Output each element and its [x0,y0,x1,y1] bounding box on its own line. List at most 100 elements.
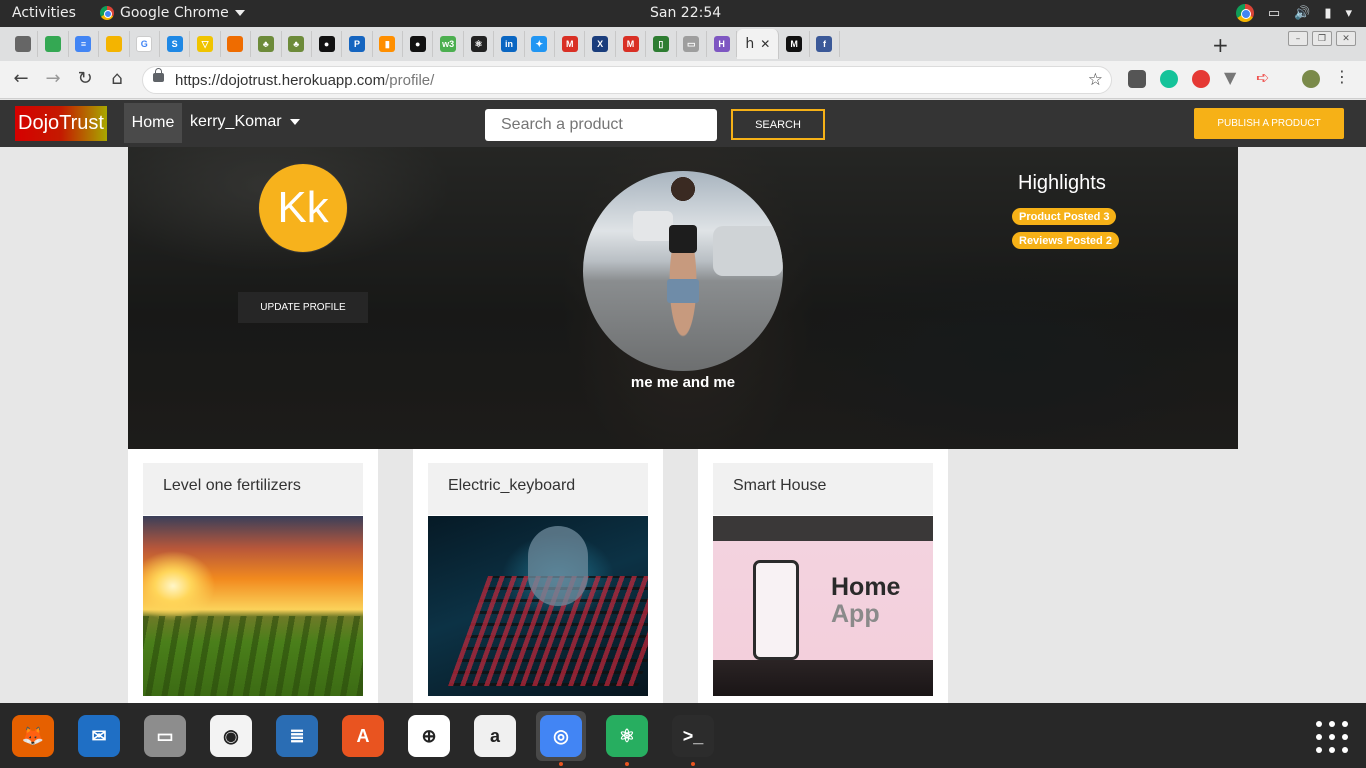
battery-icon[interactable]: ▮ [1324,6,1331,21]
reload-icon[interactable]: ↻ [74,68,96,89]
book-icon [14,36,31,52]
product-title[interactable]: Electric_keyboard [428,463,648,515]
browser-tab[interactable]: H [707,31,738,57]
dock-firefox[interactable]: 🦊 [8,711,58,761]
browser-tab[interactable]: M [616,31,647,57]
grammarly-icon[interactable] [1160,70,1178,88]
dock-thunderbird[interactable]: ✉ [74,711,124,761]
dock-atom[interactable]: ⚛ [602,711,652,766]
browser-tab[interactable]: ▽ [190,31,221,57]
google-slides-icon [105,36,122,52]
browser-tab[interactable]: ♣ [282,31,312,57]
show-applications-icon[interactable] [1316,721,1348,753]
forward-arrow-icon[interactable]: → [42,68,64,89]
product-image-field[interactable] [143,516,363,696]
url-path: /profile/ [385,72,435,89]
user-dropdown[interactable]: kerry_Komar [190,113,300,131]
brand-logo[interactable]: DojoTrust [15,106,107,141]
browser-tab[interactable]: w3 [433,31,464,57]
browser-tab[interactable]: S [160,31,191,57]
window-icon[interactable]: ▭ [1268,6,1280,21]
back-arrow-icon[interactable]: ← [10,68,32,89]
clock[interactable]: San 22:54 [650,5,721,21]
chrome-menu-icon[interactable]: ⋮ [1334,67,1350,86]
photo-person-top [669,225,697,253]
browser-tab[interactable]: ● [312,31,343,57]
product-title[interactable]: Smart House [713,463,933,515]
dock-chrome[interactable]: ◎ [536,711,586,766]
power-menu-icon[interactable]: ▾ [1345,6,1352,21]
chrome-tray-icon[interactable] [1235,4,1254,22]
active-tab[interactable]: h ✕ [737,29,780,59]
share-extension-icon[interactable]: ➪ [1256,68,1274,87]
profile-photo [583,171,783,371]
browser-tab[interactable]: M [555,31,586,57]
browser-tab[interactable]: ▭ [677,31,707,57]
product-title[interactable]: Level one fertilizers [143,463,363,515]
browser-tab[interactable] [38,31,69,57]
highlights-title: Highlights [1018,172,1106,194]
browser-tab[interactable]: ✦ [525,31,556,57]
dock-files[interactable]: ▭ [140,711,190,761]
dock-libreoffice-writer[interactable]: ≣ [272,711,322,761]
caret-down-icon [289,119,300,125]
vue-devtools-icon[interactable]: ▼ [1224,68,1242,87]
browser-tab[interactable]: ▮ [373,31,404,57]
app-menu[interactable]: Google Chrome [100,5,245,21]
lock-icon [153,68,164,82]
activities-button[interactable]: Activities [12,5,76,21]
browser-tab[interactable]: M [779,31,810,57]
reviews-posted-badge: Reviews Posted 2 [1012,232,1119,249]
dock-rhythmbox[interactable]: ◉ [206,711,256,761]
x-icon: X [592,36,609,52]
browser-tab[interactable]: ⚛ [464,31,495,57]
volume-icon[interactable]: 🔊 [1294,6,1310,21]
nav-home-link[interactable]: Home [124,103,182,143]
browser-tab[interactable]: G [130,31,160,57]
maximize-button[interactable]: ❐ [1312,31,1332,46]
field-rows [143,616,363,696]
dock-software-center[interactable]: A [338,711,388,761]
google-drive-icon [45,36,62,52]
infinity-extension-icon[interactable] [1192,70,1210,88]
home-icon[interactable]: ⌂ [106,68,128,89]
libreoffice-writer-icon: ≣ [276,715,318,757]
product-card[interactable]: Electric_keyboard [413,449,663,709]
browser-tab[interactable] [221,31,252,57]
browser-tab[interactable] [8,31,39,57]
window-controls: – ❐ ✕ [1288,31,1356,46]
product-image-keyboard[interactable] [428,516,648,696]
profile-avatar[interactable] [1302,70,1320,88]
s-icon: S [166,36,183,52]
browser-tab[interactable]: ≡ [69,31,100,57]
browser-tab[interactable]: ♣ [251,31,282,57]
home-app-text: Home App [831,574,900,628]
dock-amazon[interactable]: a [470,711,520,761]
new-tab-button[interactable]: + [1212,33,1229,57]
home-app-word: Home [831,573,901,601]
browser-tab[interactable]: P [342,31,373,57]
extension-icon[interactable] [1128,70,1146,88]
browser-tab[interactable]: f [810,31,841,57]
close-window-button[interactable]: ✕ [1336,31,1356,46]
keyboard-hand [528,526,588,606]
dock-terminal[interactable]: >_ [668,711,718,766]
url-text[interactable]: https://dojotrust.herokuapp.com/profile/ [175,72,434,89]
product-image-home-app[interactable]: Home App [713,516,933,696]
dock-help[interactable]: ⊕ [404,711,454,761]
search-input[interactable] [485,109,717,141]
search-button[interactable]: SEARCH [731,109,825,140]
browser-tab[interactable]: ● [403,31,434,57]
browser-tab[interactable]: X [585,31,616,57]
address-bar[interactable]: https://dojotrust.herokuapp.com/profile/… [142,66,1112,94]
product-card[interactable]: Smart House Home App [698,449,948,709]
browser-tab[interactable]: in [494,31,525,57]
minimize-button[interactable]: – [1288,31,1308,46]
browser-tab[interactable]: ▯ [646,31,677,57]
product-card[interactable]: Level one fertilizers [128,449,378,709]
close-tab-icon[interactable]: ✕ [760,37,770,51]
publish-product-button[interactable]: PUBLISH A PRODUCT [1194,108,1344,139]
update-profile-button[interactable]: UPDATE PROFILE [238,292,368,323]
browser-tab[interactable] [99,31,130,57]
bookmark-star-icon[interactable]: ☆ [1088,70,1103,90]
